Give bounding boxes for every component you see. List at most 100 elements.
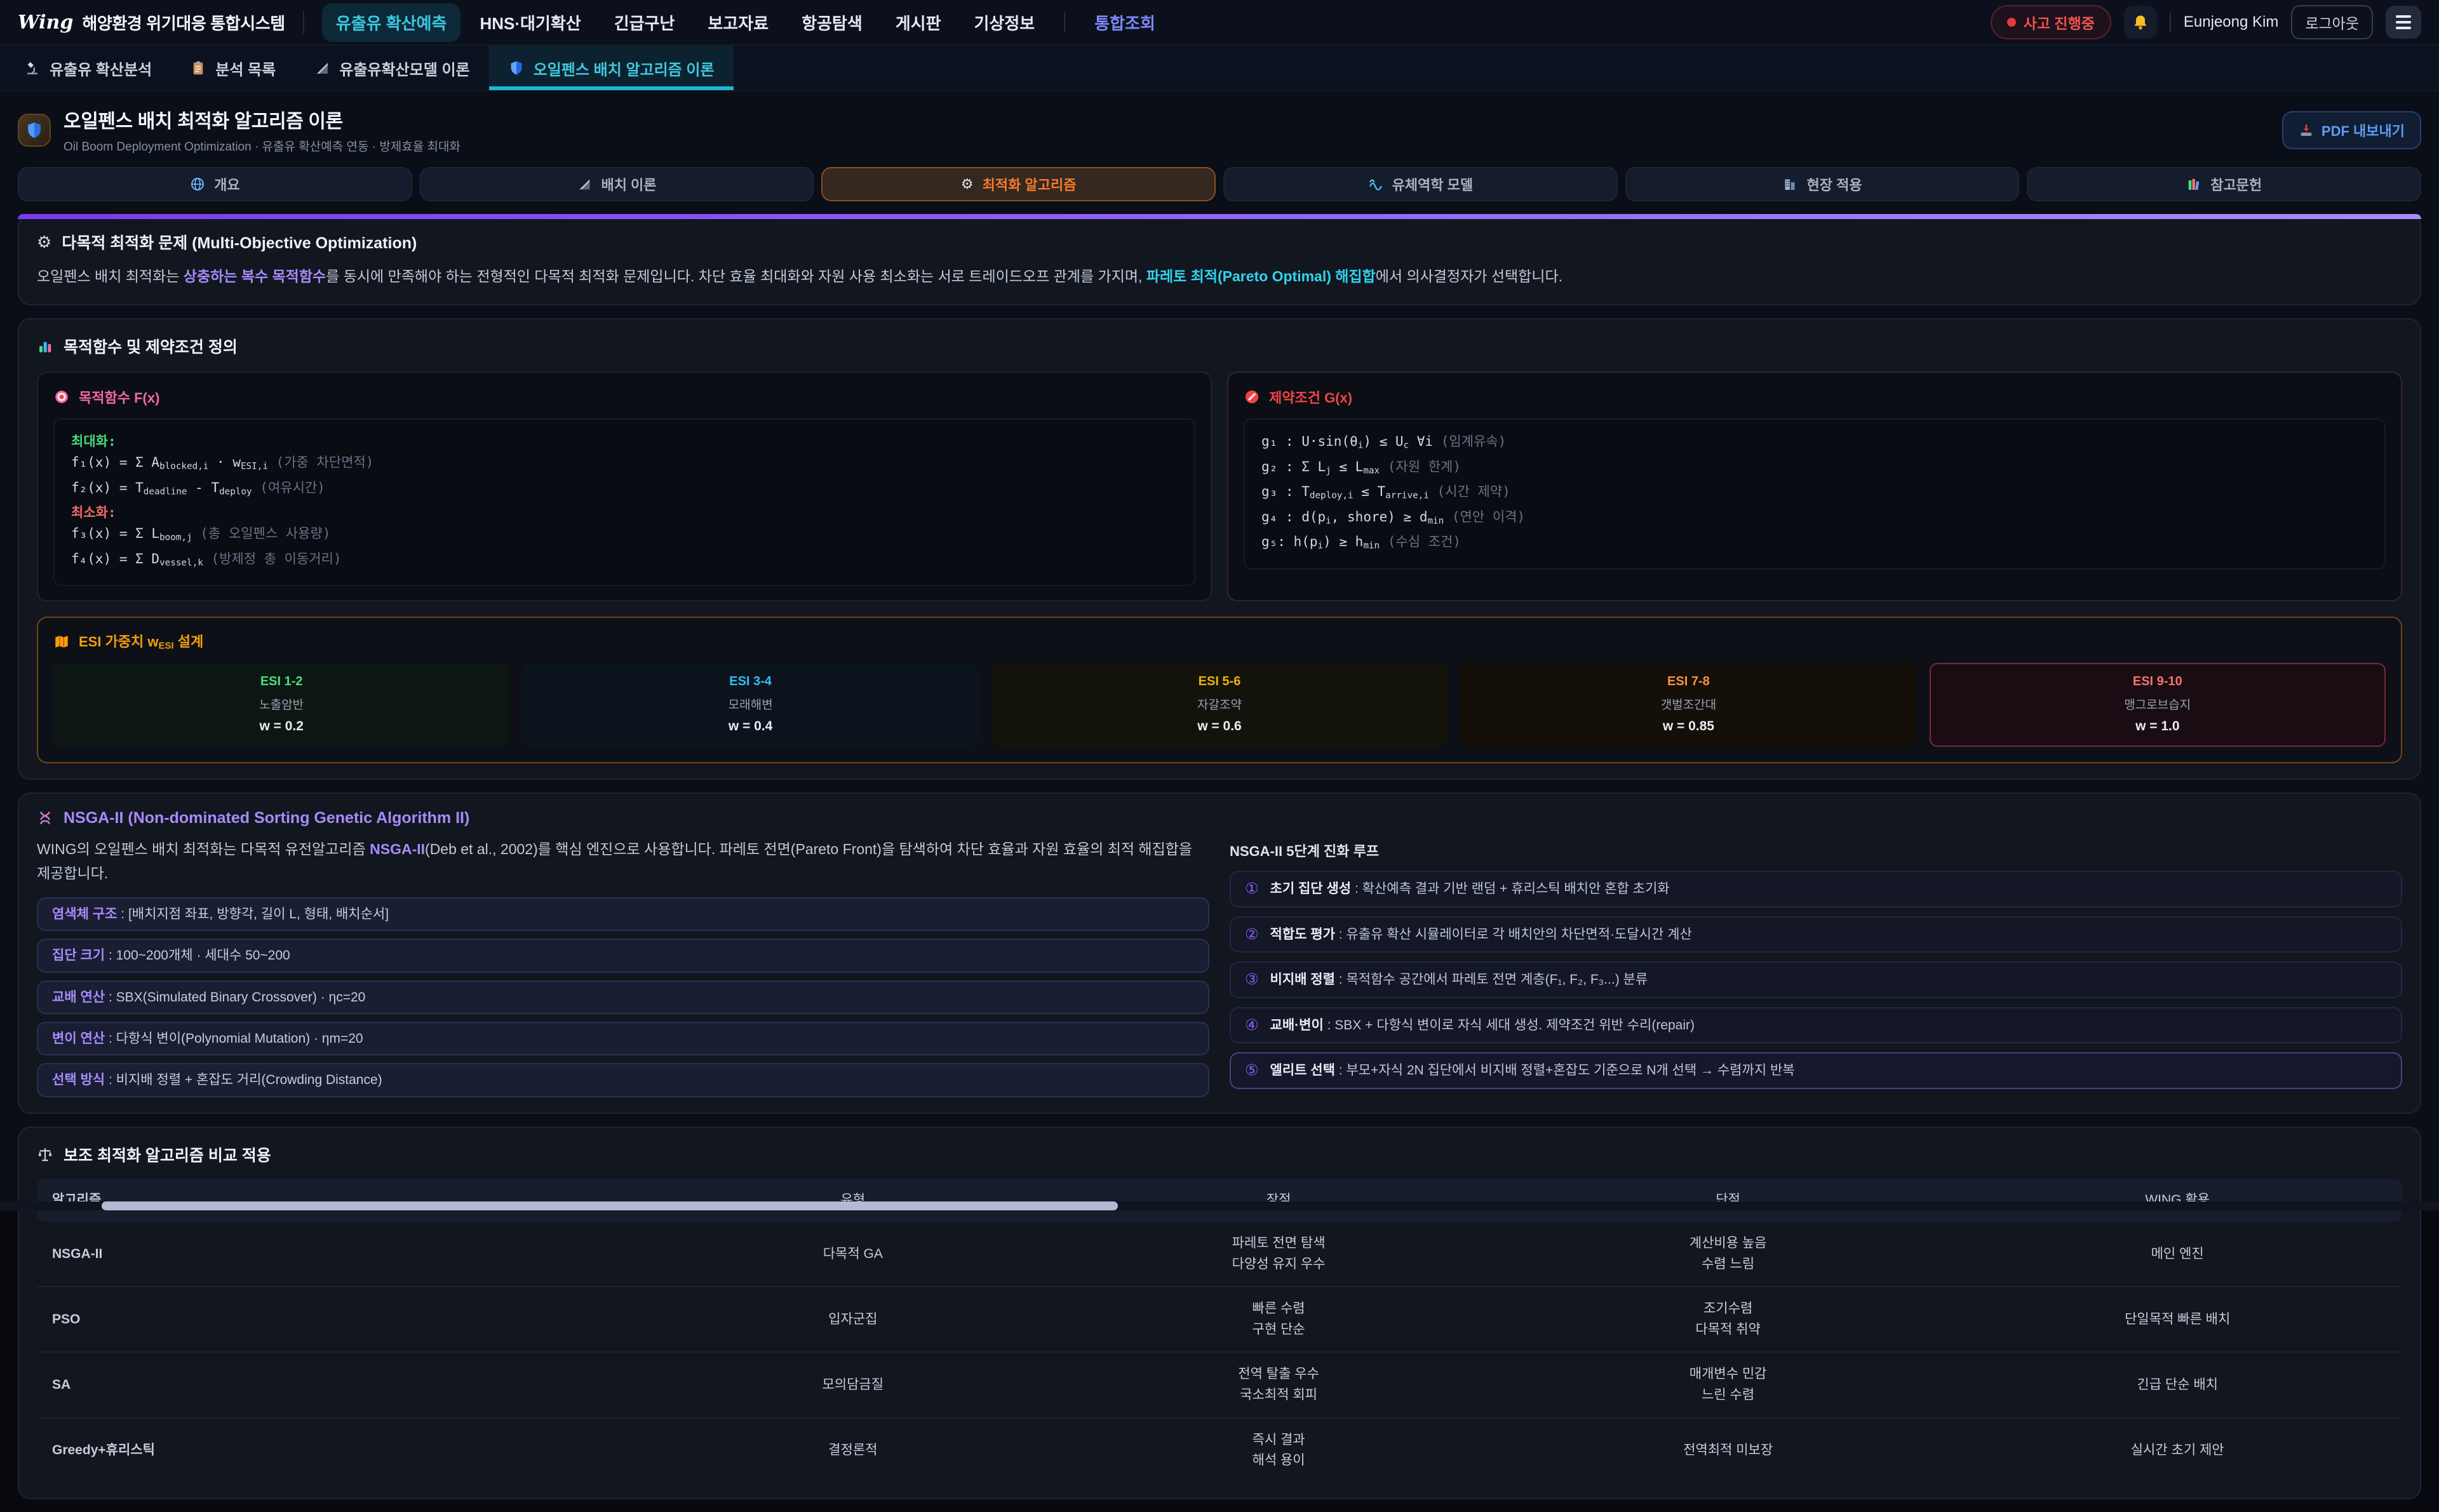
tab-spill-analysis[interactable]: 유출유 확산분석 [5, 46, 171, 90]
section-heading: 보조 최적화 알고리즘 비교 적용 [37, 1143, 2402, 1166]
app-logo[interactable]: Wing 해양환경 위기대응 통합시스템 [18, 11, 285, 34]
books-icon [2186, 177, 2201, 192]
nav-item-emergency-rescue[interactable]: 긴급구난 [600, 3, 689, 42]
esi-card-7-8: ESI 7-8 갯벌조간대 w = 0.85 [1460, 663, 1916, 747]
tab-field-application[interactable]: 현장 적용 [1625, 167, 2020, 201]
step-number: ⑤ [1245, 1060, 1259, 1081]
col-type: 유형 [652, 1179, 1054, 1222]
nav-item-aerial-search[interactable]: 항공탐색 [788, 3, 877, 42]
divider [303, 11, 304, 34]
code-line: f₁(x) = Σ Ablocked,i · wESI,i (가중 차단면적) [71, 452, 1178, 478]
code-line: f₂(x) = Tdeadline - Tdeploy (여유시간) [71, 478, 1178, 503]
esi-card-9-10: ESI 9-10 맹그로브습지 w = 1.0 [1930, 663, 2386, 747]
microscope-icon [24, 60, 41, 76]
param-population: 집단 크기 : 100~200개체 · 세대수 50~200 [37, 939, 1209, 972]
param-crossover: 교배 연산 : SBX(Simulated Binary Crossover) … [37, 980, 1209, 1014]
param-mutation: 변이 연산 : 다항식 변이(Polynomial Mutation) · ηm… [37, 1022, 1209, 1055]
pdf-export-button[interactable]: PDF 내보내기 [2282, 111, 2421, 149]
code-line: g₁ : U·sin(θi) ≤ Uc ∀i (임계유속) [1261, 431, 2368, 457]
loop-title: NSGA-II 5단계 진화 루프 [1230, 838, 2402, 860]
tab-boom-algorithm-theory[interactable]: 오일펜스 배치 알고리즘 이론 [489, 46, 734, 90]
constraints-box-title: 제약조건 G(x) [1244, 387, 2386, 407]
section-heading: NSGA-II (Non-dominated Sorting Genetic A… [37, 809, 2402, 827]
nsga-grid: WING의 오일펜스 배치 최적화는 다목적 유전알고리즘 NSGA-II(De… [37, 838, 2402, 1097]
tab-diffusion-model-theory[interactable]: 유출유확산모델 이론 [295, 46, 488, 90]
nav-item-reports[interactable]: 보고자료 [694, 3, 783, 42]
step-number: ③ [1245, 969, 1259, 991]
esi-panel-title: ESI 가중치 wESI 설계 [53, 631, 2386, 652]
nav-item-oil-spill-prediction[interactable]: 유출유 확산예측 [322, 3, 461, 42]
page-header: 오일펜스 배치 최적화 알고리즘 이론 Oil Boom Deployment … [0, 91, 2439, 166]
comparison-table: 알고리즘 유형 장점 단점 WING 활용 NSGA-II 다목적 GA 파레토… [37, 1179, 2402, 1483]
tab-analysis-list[interactable]: 분석 목록 [171, 46, 295, 90]
multi-objective-intro-card: ⚙ 다목적 최적화 문제 (Multi-Objective Optimizati… [18, 214, 2421, 305]
objective-code-block: 최대화: f₁(x) = Σ Ablocked,i · wESI,i (가중 차… [53, 418, 1195, 586]
nsga2-card: NSGA-II (Non-dominated Sorting Genetic A… [18, 793, 2421, 1114]
esi-card-1-2: ESI 1-2 노출암반 w = 0.2 [53, 663, 509, 747]
page-subtitle: Oil Boom Deployment Optimization · 유출유 확… [64, 137, 460, 154]
target-icon [53, 389, 70, 405]
building-icon [1782, 177, 1797, 192]
tab-optimization-algorithm[interactable]: ⚙ 최적화 알고리즘 [821, 167, 1216, 201]
table-row-nsga2: NSGA-II 다목적 GA 파레토 전면 탐색 다양성 유지 우수 계산비용 … [37, 1222, 2402, 1287]
col-wing-usage: WING 활용 [1952, 1179, 2402, 1222]
scale-icon [37, 1146, 53, 1163]
col-pros: 장점 [1054, 1179, 1503, 1222]
page-title: 오일펜스 배치 최적화 알고리즘 이론 [64, 105, 460, 133]
wave-icon [1368, 177, 1383, 192]
esi-card-3-4: ESI 3-4 모래해변 w = 0.4 [522, 663, 978, 747]
tab-hydrodynamics-model[interactable]: 유체역학 모델 [1223, 167, 1618, 201]
divider [1064, 12, 1065, 32]
main-nav: 유출유 확산예측 HNS·대기확산 긴급구난 보고자료 항공탐색 게시판 기상정… [322, 3, 1169, 42]
top-navbar: Wing 해양환경 위기대응 통합시스템 유출유 확산예측 HNS·대기확산 긴… [0, 0, 2439, 46]
dna-icon [37, 810, 53, 826]
app-title: 해양환경 위기대응 통합시스템 [82, 11, 285, 34]
hamburger-menu-button[interactable] [2386, 6, 2421, 39]
ruler-icon [314, 60, 330, 76]
table-header-row: 알고리즘 유형 장점 단점 WING 활용 [37, 1179, 2402, 1222]
code-line: f₄(x) = Σ Dvessel,k (방제정 총 이동거리) [71, 549, 1178, 574]
horizontal-scrollbar-track [0, 1201, 2439, 1210]
definition-grid: 목적함수 F(x) 최대화: f₁(x) = Σ Ablocked,i · wE… [37, 371, 2402, 601]
nsga-parameter-list: 염색체 구조 : [배치지점 좌표, 방향각, 길이 L, 형태, 배치순서] … [37, 897, 1209, 1097]
loop-step-3: ③ 비지배 정렬 : 목적함수 공간에서 파레토 전면 계층(F₁, F₂, F… [1230, 961, 2402, 998]
nsga-left-column: WING의 오일펜스 배치 최적화는 다목적 유전알고리즘 NSGA-II(De… [37, 838, 1209, 1097]
objective-function-box: 목적함수 F(x) 최대화: f₁(x) = Σ Ablocked,i · wE… [37, 371, 1212, 601]
step-number: ④ [1245, 1015, 1259, 1036]
divider [2170, 12, 2171, 32]
param-selection: 선택 방식 : 비지배 정렬 + 혼잡도 거리(Crowding Distanc… [37, 1063, 1209, 1097]
nav-item-board[interactable]: 게시판 [882, 3, 955, 42]
horizontal-scrollbar-thumb[interactable] [102, 1201, 1118, 1210]
ruler-icon [577, 177, 592, 192]
tab-overview[interactable]: 개요 [18, 167, 412, 201]
code-line: g₂ : Σ Lj ≤ Lmax (자원 한계) [1261, 457, 2368, 482]
code-line: f₃(x) = Σ Lboom,j (총 오일펜스 사용량) [71, 523, 1178, 549]
evolution-loop-list: ① 초기 집단 생성 : 확산예측 결과 기반 랜덤 + 휴리스틱 배치안 혼합… [1230, 871, 2402, 1089]
algorithm-comparison-card: 보조 최적화 알고리즘 비교 적용 알고리즘 유형 장점 단점 WING 활용 … [18, 1127, 2421, 1499]
gear-icon: ⚙ [37, 232, 51, 252]
nav-item-hns-diffusion[interactable]: HNS·대기확산 [466, 3, 595, 42]
nav-item-integrated-search[interactable]: 통합조회 [1080, 3, 1169, 42]
incident-status-badge[interactable]: 사고 진행중 [1991, 5, 2111, 39]
logout-button[interactable]: 로그아웃 [2291, 5, 2373, 39]
bar-chart-icon [37, 338, 53, 354]
notifications-button[interactable] [2124, 6, 2157, 39]
shield-icon [508, 60, 525, 76]
tab-deployment-theory[interactable]: 배치 이론 [420, 167, 814, 201]
page-shield-icon [18, 114, 51, 147]
constraints-box: 제약조건 G(x) g₁ : U·sin(θi) ≤ Uc ∀i (임계유속) … [1227, 371, 2402, 601]
incident-label: 사고 진행중 [2024, 11, 2095, 33]
page-titles: 오일펜스 배치 최적화 알고리즘 이론 Oil Boom Deployment … [64, 105, 460, 154]
download-icon [2299, 123, 2314, 138]
section-tab-bar: 개요 배치 이론 ⚙ 최적화 알고리즘 유체역학 모델 현장 적용 [0, 166, 2439, 211]
tab-references[interactable]: 참고문헌 [2027, 167, 2421, 201]
table-row-sa: SA 모의담금질 전역 탈출 우수 국소최적 회피 매개변수 민감 느린 수렴 … [37, 1353, 2402, 1418]
no-entry-icon [1244, 389, 1260, 405]
nsga-paragraph: WING의 오일펜스 배치 최적화는 다목적 유전알고리즘 NSGA-II(De… [37, 838, 1209, 886]
section-heading: 목적함수 및 제약조건 정의 [37, 335, 2402, 358]
table-body: NSGA-II 다목적 GA 파레토 전면 탐색 다양성 유지 우수 계산비용 … [37, 1222, 2402, 1482]
content-area: ⚙ 다목적 최적화 문제 (Multi-Objective Optimizati… [0, 211, 2439, 1512]
nav-item-weather[interactable]: 기상정보 [960, 3, 1049, 42]
step-number: ① [1245, 878, 1259, 900]
intro-paragraph: 오일펜스 배치 최적화는 상충하는 복수 목적함수를 동시에 만족해야 하는 전… [37, 265, 2402, 289]
